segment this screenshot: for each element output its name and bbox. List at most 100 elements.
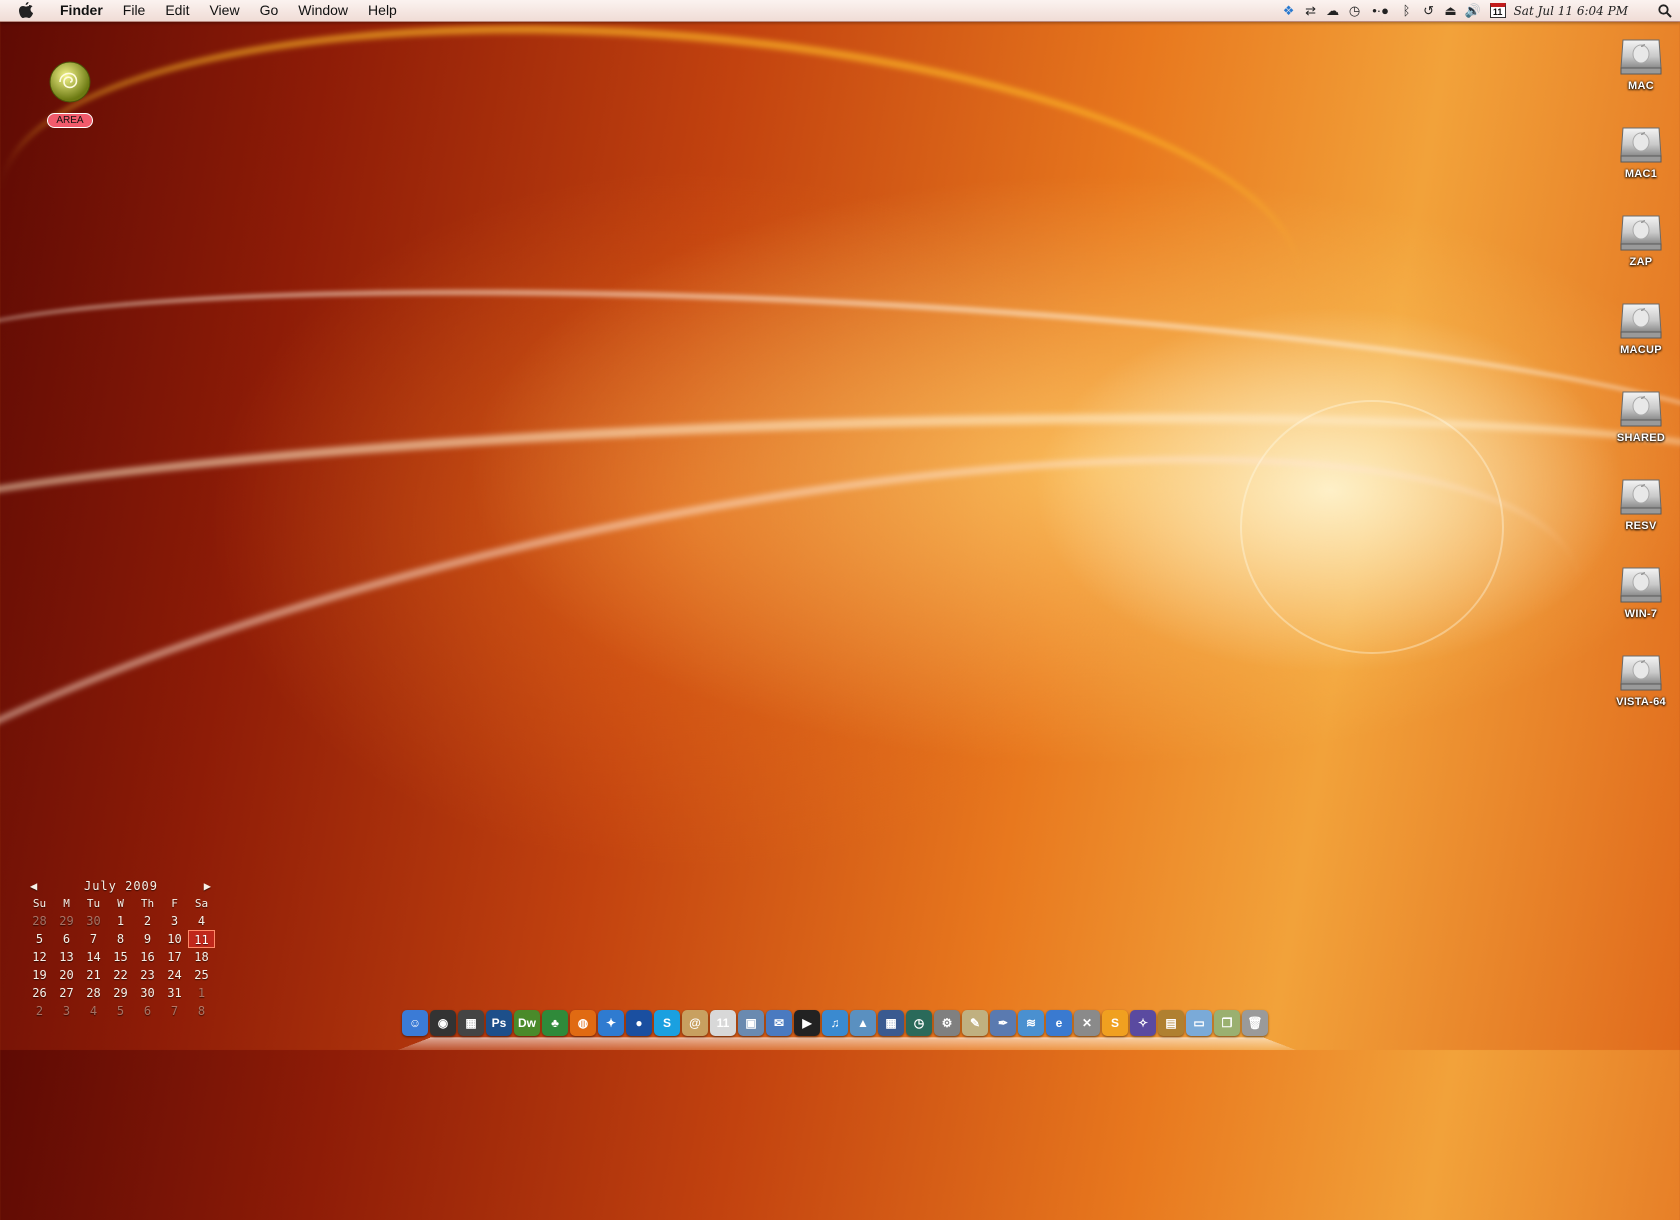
calendar-next-button[interactable]: ▶ bbox=[204, 879, 212, 893]
calendar-day[interactable]: 12 bbox=[26, 948, 53, 966]
x11-icon[interactable]: ✕ bbox=[1074, 1010, 1100, 1036]
calendar-day[interactable]: 31 bbox=[161, 984, 188, 1002]
system-preferences-icon[interactable]: ⚙ bbox=[934, 1010, 960, 1036]
iphoto-icon[interactable]: ▲ bbox=[850, 1010, 876, 1036]
firefox-icon[interactable]: ◍ bbox=[570, 1010, 596, 1036]
calendar-day[interactable]: 17 bbox=[161, 948, 188, 966]
pen-tool-icon[interactable]: ✒ bbox=[990, 1010, 1016, 1036]
calendar-day[interactable]: 6 bbox=[53, 930, 80, 948]
chest-icon[interactable]: ▤ bbox=[1158, 1010, 1184, 1036]
clock-icon[interactable]: ◷ bbox=[1344, 0, 1366, 21]
menu-view[interactable]: View bbox=[199, 0, 249, 21]
calendar-day[interactable]: 11 bbox=[188, 930, 215, 948]
google-earth-icon[interactable]: ● bbox=[626, 1010, 652, 1036]
desktop-drive[interactable]: VISTA-64 bbox=[1604, 650, 1678, 708]
desktop-drive[interactable]: MACUP bbox=[1604, 298, 1678, 356]
wizard-icon[interactable]: ✧ bbox=[1130, 1010, 1156, 1036]
ie-icon[interactable]: e bbox=[1046, 1010, 1072, 1036]
calendar-day[interactable]: 14 bbox=[80, 948, 107, 966]
calendar-day[interactable]: 3 bbox=[53, 1002, 80, 1020]
finder-icon[interactable]: ☺ bbox=[402, 1010, 428, 1036]
volume-icon[interactable]: 🔊 bbox=[1462, 0, 1484, 21]
mail-icon[interactable]: ✉ bbox=[766, 1010, 792, 1036]
clapper-icon[interactable]: ▦ bbox=[458, 1010, 484, 1036]
calendar-day[interactable]: 5 bbox=[26, 930, 53, 948]
desktop-drive[interactable]: SHARED bbox=[1604, 386, 1678, 444]
calendar-day[interactable]: 25 bbox=[188, 966, 215, 984]
calendar-day[interactable]: 18 bbox=[188, 948, 215, 966]
menu-go[interactable]: Go bbox=[250, 0, 289, 21]
calendar-day[interactable]: 20 bbox=[53, 966, 80, 984]
preview-icon[interactable]: ▣ bbox=[738, 1010, 764, 1036]
apple-menu-icon[interactable] bbox=[18, 1, 36, 20]
calendar-day[interactable]: 15 bbox=[107, 948, 134, 966]
time-machine-icon[interactable]: ↺ bbox=[1418, 0, 1440, 21]
calendar-day[interactable]: 7 bbox=[161, 1002, 188, 1020]
spaces-icon[interactable]: ▦ bbox=[878, 1010, 904, 1036]
calendar-day[interactable]: 8 bbox=[188, 1002, 215, 1020]
desktop-drive[interactable]: WIN-7 bbox=[1604, 562, 1678, 620]
calendar-day[interactable]: 4 bbox=[80, 1002, 107, 1020]
menu-edit[interactable]: Edit bbox=[155, 0, 199, 21]
menubar-clock[interactable]: Sat Jul 11 6:04 PM bbox=[1510, 4, 1650, 18]
calendar-day[interactable]: 24 bbox=[161, 966, 188, 984]
calendar-day[interactable]: 29 bbox=[107, 984, 134, 1002]
address-book-icon[interactable]: @ bbox=[682, 1010, 708, 1036]
sync-icon[interactable]: ⇄ bbox=[1300, 0, 1322, 21]
eject-icon[interactable]: ⏏ bbox=[1440, 0, 1462, 21]
menu-app-finder[interactable]: Finder bbox=[50, 0, 113, 21]
calendar-day[interactable]: 9 bbox=[134, 930, 161, 948]
dropbox-icon[interactable]: ❖ bbox=[1278, 0, 1300, 21]
calendar-day[interactable]: 28 bbox=[26, 912, 53, 930]
calendar-day[interactable]: 30 bbox=[80, 912, 107, 930]
desktop-drive[interactable]: MAC1 bbox=[1604, 122, 1678, 180]
calendar-day[interactable]: 16 bbox=[134, 948, 161, 966]
calendar-day[interactable]: 2 bbox=[134, 912, 161, 930]
skype-icon[interactable]: S bbox=[654, 1010, 680, 1036]
dots-icon[interactable]: •·● bbox=[1366, 0, 1396, 21]
calendar-day[interactable]: 30 bbox=[134, 984, 161, 1002]
calendar-day[interactable]: 3 bbox=[161, 912, 188, 930]
desktop-drive[interactable]: RESV bbox=[1604, 474, 1678, 532]
ical-icon[interactable]: 11 bbox=[710, 1010, 736, 1036]
folder-icon[interactable]: ▭ bbox=[1186, 1010, 1212, 1036]
calendar-day[interactable]: 23 bbox=[134, 966, 161, 984]
desktop-drive[interactable]: MAC bbox=[1604, 34, 1678, 92]
safari-icon[interactable]: ✦ bbox=[598, 1010, 624, 1036]
slides-icon[interactable]: S bbox=[1102, 1010, 1128, 1036]
cloud-icon[interactable]: ☁ bbox=[1322, 0, 1344, 21]
calendar-day[interactable]: 2 bbox=[26, 1002, 53, 1020]
calendar-day[interactable]: 6 bbox=[134, 1002, 161, 1020]
documents-icon[interactable]: ❐ bbox=[1214, 1010, 1240, 1036]
calendar-day[interactable]: 19 bbox=[26, 966, 53, 984]
calendar-day[interactable]: 4 bbox=[188, 912, 215, 930]
menu-file[interactable]: File bbox=[113, 0, 156, 21]
calendar-day[interactable]: 21 bbox=[80, 966, 107, 984]
calendar-day[interactable]: 8 bbox=[107, 930, 134, 948]
textedit-icon[interactable]: ✎ bbox=[962, 1010, 988, 1036]
menu-help[interactable]: Help bbox=[358, 0, 407, 21]
time-machine-dock-icon[interactable]: ◷ bbox=[906, 1010, 932, 1036]
tree-icon[interactable]: ♣ bbox=[542, 1010, 568, 1036]
calendar-day[interactable]: 27 bbox=[53, 984, 80, 1002]
itunes-icon[interactable]: ♫ bbox=[822, 1010, 848, 1036]
calendar-prev-button[interactable]: ◀ bbox=[30, 879, 38, 893]
spotlight-icon[interactable] bbox=[1650, 0, 1680, 21]
desktop-icon-area[interactable]: AREA bbox=[40, 60, 100, 128]
calendar-day[interactable]: 5 bbox=[107, 1002, 134, 1020]
wifi-utility-icon[interactable]: ≋ bbox=[1018, 1010, 1044, 1036]
trash-icon[interactable]: 🗑 bbox=[1242, 1010, 1268, 1036]
calendar-day[interactable]: 26 bbox=[26, 984, 53, 1002]
desktop-drive[interactable]: ZAP bbox=[1604, 210, 1678, 268]
calendar-day[interactable]: 10 bbox=[161, 930, 188, 948]
quicktime-icon[interactable]: ▶ bbox=[794, 1010, 820, 1036]
calendar-day[interactable]: 29 bbox=[53, 912, 80, 930]
bluetooth-icon[interactable]: ᛒ bbox=[1396, 0, 1418, 21]
calendar-day[interactable]: 7 bbox=[80, 930, 107, 948]
calendar-icon[interactable]: 11 bbox=[1489, 3, 1506, 18]
dreamweaver-icon[interactable]: Dw bbox=[514, 1010, 540, 1036]
calendar-day[interactable]: 22 bbox=[107, 966, 134, 984]
calendar-day[interactable]: 13 bbox=[53, 948, 80, 966]
calendar-day[interactable]: 28 bbox=[80, 984, 107, 1002]
calendar-day[interactable]: 1 bbox=[107, 912, 134, 930]
